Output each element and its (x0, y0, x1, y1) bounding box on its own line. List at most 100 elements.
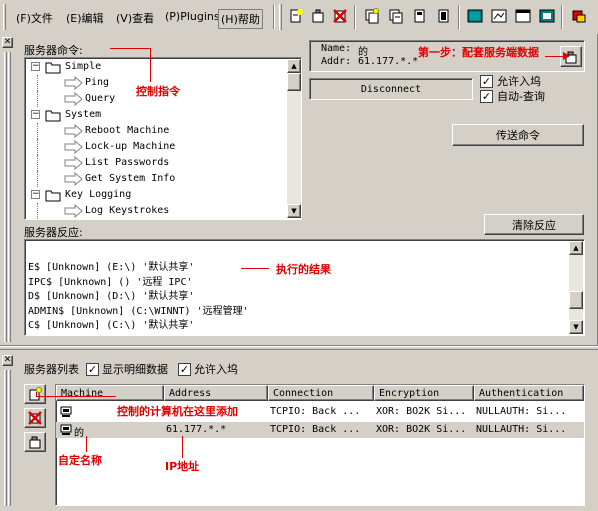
menu-help[interactable]: (H)帮助 (218, 9, 263, 29)
scroll-thumb[interactable] (569, 291, 583, 309)
addr-label: Addr: (321, 56, 352, 67)
copy-icon[interactable] (362, 6, 382, 26)
bottom-allow-in-label: 允许入坞 (194, 363, 238, 376)
collapse-icon[interactable]: − (31, 62, 40, 71)
auto-query-checkbox[interactable]: ✓ (480, 89, 493, 103)
allow-in-checkbox[interactable]: ✓ (480, 74, 493, 88)
tree-folder-label: System (65, 109, 102, 120)
disconnect-button[interactable]: Disconnect (309, 78, 473, 100)
response-line: C$ [Unknown] (C:\) '默认共享' (28, 320, 195, 331)
edit-server-icon[interactable] (308, 6, 328, 26)
tree-connector (37, 171, 38, 187)
disconnect-label: Disconnect (360, 83, 422, 95)
edit-server-button[interactable] (24, 432, 46, 452)
toolbar-separator (273, 5, 275, 29)
column-header[interactable]: Machine (56, 385, 164, 401)
cell-machine: 的 (74, 428, 84, 439)
scroll-down-button[interactable]: ▼ (569, 320, 583, 334)
table-header: Machine Address Connection Encryption Authen… (56, 385, 584, 401)
menu-grip (3, 4, 6, 30)
window1-icon[interactable] (465, 6, 485, 26)
scroll-down-button[interactable]: ▼ (287, 204, 301, 218)
auto-query-check-row[interactable]: ✓ 自动-查询 (480, 88, 545, 104)
menu-view[interactable]: (V)查看 (114, 9, 156, 27)
response-label: 服务器反应: (24, 226, 83, 239)
toolbar-grip (279, 4, 282, 30)
exit-icon[interactable] (569, 6, 589, 26)
menu-edit[interactable]: (E)编辑 (64, 9, 106, 27)
menu-plugins[interactable]: (P)Plugins (163, 9, 222, 24)
window4-icon[interactable] (537, 6, 557, 26)
pane-splitter[interactable] (0, 346, 598, 350)
tree-connector (37, 123, 38, 139)
cell-connection: TCPIO: Back ... (270, 406, 361, 417)
scroll-thumb[interactable] (287, 73, 301, 91)
add-server-button[interactable] (24, 384, 46, 404)
page1-icon[interactable] (410, 6, 430, 26)
scroll-up-button[interactable]: ▲ (287, 59, 301, 73)
column-header[interactable]: Authentication (474, 385, 584, 401)
tree-folder-label: Simple (65, 61, 102, 72)
cell-encryption: XOR: BO2K Si... (376, 424, 467, 435)
server-list-label-clip: 服务器列表 (24, 361, 84, 377)
send-command-button[interactable]: 传送命令 (452, 124, 584, 146)
table-row[interactable]: 的 61.177.*.* TCPIO: Back ... XOR: BO2K Si..… (56, 422, 584, 439)
cell-auth: NULLAUTH: Si... (476, 424, 567, 435)
paste-icon[interactable] (386, 6, 406, 26)
column-header[interactable]: Encryption (374, 385, 474, 401)
window2-icon[interactable] (489, 6, 509, 26)
server-list-label: 服务器列表 (24, 363, 79, 376)
tree-connector (37, 91, 38, 107)
command-arrow-icon (64, 172, 83, 186)
page2-icon[interactable] (434, 6, 454, 26)
menu-bar: (F)文件 (E)编辑 (V)查看 (P)Plugins (H)帮助 (0, 0, 598, 34)
command-tree[interactable]: ▲ ▼ − Simple Ping Query − System Reboot Machin… (24, 57, 302, 220)
annotation-ip: IP地址 (165, 460, 200, 473)
bottom-allow-in-checkbox[interactable]: ✓ (178, 362, 191, 376)
pane-close-button[interactable]: ✕ (2, 37, 13, 48)
computer-icon (60, 406, 72, 417)
collapse-icon[interactable]: − (31, 190, 40, 199)
collapse-icon[interactable]: − (31, 110, 40, 119)
remove-server-button[interactable] (24, 408, 46, 428)
tree-item-label: Get System Info (85, 173, 176, 184)
pane-grip (8, 370, 11, 506)
bottom-allow-in-row[interactable]: ✓ 允许入坞 (178, 361, 238, 377)
tree-item-label: Query (85, 93, 116, 104)
annotation-arrowhead (563, 52, 570, 60)
scroll-up-button[interactable]: ▲ (569, 241, 583, 255)
tree-item-label: List Passwords (85, 157, 170, 168)
toolbar-separator (458, 5, 460, 29)
response-area[interactable]: ▲ ▼ E$ [Unknown] (E:\) '默认共享' IPC$ [Unkno… (24, 239, 585, 336)
allow-in-check-row[interactable]: ✓ 允许入坞 (480, 73, 541, 89)
bottom-pane-close-button[interactable]: ✕ (2, 355, 13, 366)
command-arrow-icon (64, 76, 83, 90)
clear-response-button[interactable]: 清除反应 (484, 214, 584, 235)
column-header[interactable]: Connection (268, 385, 374, 401)
cell-connection: TCPIO: Back ... (270, 424, 361, 435)
cell-encryption: XOR: BO2K Si... (376, 406, 467, 417)
response-line: D$ [Unknown] (D:\) '默认共享' (28, 291, 195, 302)
tree-folder-label: Key Logging (65, 189, 132, 200)
auto-query-label: 自动-查询 (497, 90, 545, 103)
tree-item-label: Lock-up Machine (85, 141, 176, 152)
toolbar-separator (561, 5, 563, 29)
tree-connector (37, 155, 38, 171)
column-header[interactable]: Address (164, 385, 268, 401)
command-arrow-icon (64, 156, 83, 170)
show-details-row[interactable]: ✓ 显示明细数据 (86, 361, 174, 377)
new-server-icon[interactable] (286, 6, 306, 26)
show-details-label: 显示明细数据 (102, 363, 168, 376)
delete-server-icon[interactable] (330, 6, 350, 26)
response-scrollbar[interactable]: ▲ ▼ (569, 241, 583, 334)
annotation-line (110, 48, 150, 49)
annotation-custom-name: 自定名称 (58, 454, 102, 467)
window3-icon[interactable] (513, 6, 533, 26)
annotation-line (86, 436, 87, 452)
pane-grip (4, 370, 7, 506)
menu-file[interactable]: (F)文件 (14, 9, 55, 27)
pane-grip (4, 52, 7, 342)
add-server-icon (29, 387, 42, 401)
tree-scrollbar[interactable]: ▲ ▼ (287, 59, 301, 218)
show-details-checkbox[interactable]: ✓ (86, 362, 99, 376)
